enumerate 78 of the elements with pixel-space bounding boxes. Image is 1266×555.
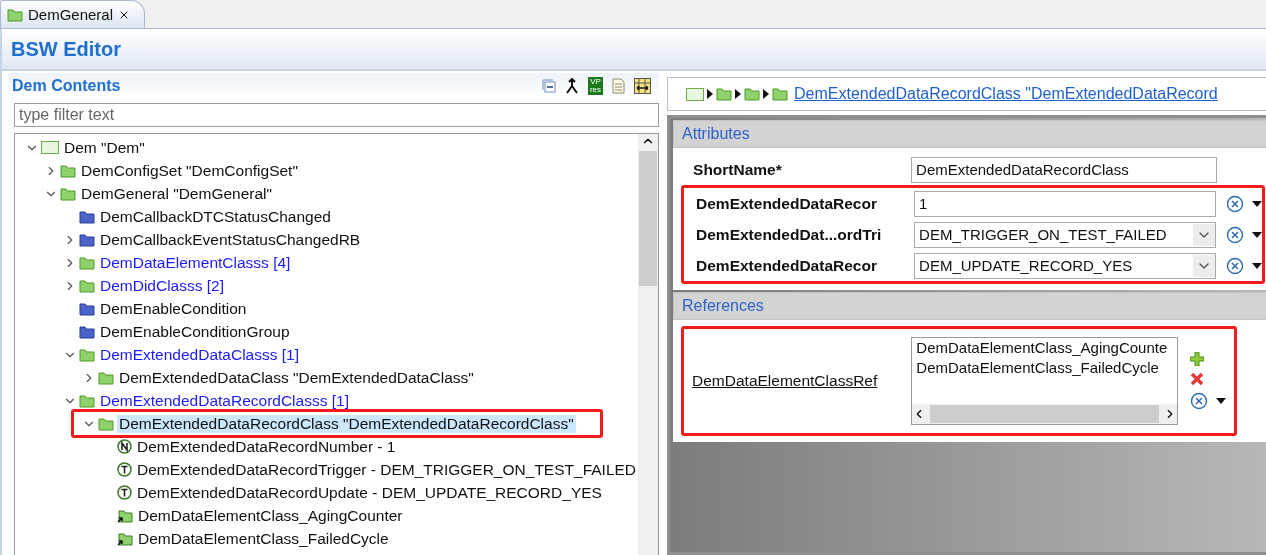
tree-item[interactable]: DemGeneral "DemGeneral" bbox=[79, 184, 275, 203]
text-param-icon bbox=[117, 485, 132, 500]
folder-icon bbox=[716, 87, 733, 101]
tree-item[interactable]: DemExtendedDataRecordClasss [1] bbox=[98, 391, 351, 410]
tree-item[interactable]: DemEnableCondition bbox=[98, 299, 249, 318]
delete-icon[interactable] bbox=[1190, 372, 1205, 386]
dropdown-caret-icon[interactable] bbox=[1252, 262, 1263, 269]
folder-icon bbox=[79, 209, 95, 224]
section-title: Dem Contents bbox=[12, 77, 121, 95]
section-title: Attributes bbox=[682, 125, 750, 143]
filter-field[interactable]: type filter text bbox=[14, 103, 660, 127]
tree-item[interactable]: DemDataElementClasss [4] bbox=[98, 253, 293, 272]
tree-item[interactable]: DemExtendedDataClasss [1] bbox=[98, 345, 301, 364]
tree-item[interactable]: DemCallbackDTCStatusChanged bbox=[98, 207, 333, 226]
tree-item[interactable]: DemExtendedDataRecordTrigger - DEM_TRIGGER_ON_TEST_FAILED bbox=[135, 460, 639, 479]
field-label: DemExtendedDataRecor bbox=[695, 256, 878, 275]
reset-icon[interactable] bbox=[1190, 392, 1209, 410]
scrollbar-thumb[interactable] bbox=[639, 151, 658, 286]
tree-item[interactable]: DemConfigSet "DemConfigSet" bbox=[79, 161, 300, 180]
module-icon bbox=[686, 87, 705, 101]
tree-item[interactable]: DemExtendedDataRecordNumber - 1 bbox=[135, 437, 398, 456]
tree-item[interactable]: DemExtendedDataRecordUpdate - DEM_UPDATE_RECORD_YES bbox=[135, 483, 604, 502]
text-field[interactable]: DemExtendedDataRecordClass bbox=[911, 156, 1218, 183]
tree-item[interactable]: Dem "Dem" bbox=[62, 138, 147, 157]
reset-icon[interactable] bbox=[1226, 225, 1245, 244]
tree-item[interactable]: DemEnableConditionGroup bbox=[98, 322, 292, 341]
dropdown-field[interactable]: DEM_UPDATE_RECORD_YES bbox=[914, 252, 1217, 279]
field-label: ShortName* bbox=[692, 160, 783, 179]
reference-icon bbox=[117, 531, 133, 546]
scrollbar-thumb[interactable] bbox=[930, 405, 1160, 423]
folder-icon bbox=[744, 87, 761, 101]
dropdown-caret-icon[interactable] bbox=[1216, 398, 1227, 404]
tree-item[interactable]: DemCallbackEventStatusChangedRB bbox=[98, 230, 363, 249]
reference-link[interactable]: DemDataElementClassRef bbox=[692, 372, 912, 390]
breadcrumb-separator-icon bbox=[707, 89, 714, 99]
table-resize-icon[interactable] bbox=[634, 78, 652, 94]
tree-item[interactable]: DemExtendedDataRecordClass "DemExtendedDataRecordClass" bbox=[117, 414, 576, 433]
module-icon bbox=[41, 141, 59, 154]
dropdown-caret-icon[interactable] bbox=[1252, 200, 1263, 207]
folder-icon bbox=[79, 255, 95, 270]
folder-icon bbox=[60, 163, 76, 178]
fork-icon[interactable] bbox=[564, 78, 579, 94]
editor-tab[interactable]: DemGeneral bbox=[0, 0, 146, 28]
reference-icon bbox=[117, 508, 133, 523]
breadcrumb-separator-icon bbox=[763, 89, 770, 99]
breadcrumb-separator-icon bbox=[735, 89, 742, 99]
folder-icon bbox=[60, 186, 76, 201]
reference-item[interactable]: DemDataElementClass_FailedCycle bbox=[912, 359, 1159, 376]
add-icon[interactable] bbox=[1190, 352, 1205, 366]
folder-icon bbox=[98, 370, 114, 385]
folder-icon bbox=[79, 301, 95, 316]
reset-icon[interactable] bbox=[1226, 194, 1245, 213]
text-param-icon bbox=[117, 462, 132, 477]
folder-icon bbox=[79, 324, 95, 339]
section-title: References bbox=[682, 297, 764, 315]
field-label: DemExtendedDataRecor bbox=[695, 194, 878, 213]
folder-icon bbox=[98, 416, 114, 431]
folder-icon bbox=[79, 393, 95, 408]
tree-item[interactable]: DemDataElementClass_AgingCounter bbox=[136, 506, 405, 525]
reference-item[interactable]: DemDataElementClass_AgingCounte bbox=[912, 339, 1168, 356]
folder-icon bbox=[7, 7, 23, 22]
folder-icon bbox=[79, 278, 95, 293]
number-param-icon bbox=[117, 439, 132, 454]
text-field[interactable]: 1 bbox=[914, 190, 1217, 217]
dropdown-field[interactable]: DEM_TRIGGER_ON_TEST_FAILED bbox=[914, 221, 1217, 248]
reference-list[interactable]: DemDataElementClass_AgingCounte DemDataElementClass_FailedCycle bbox=[911, 337, 1179, 425]
tree-item[interactable]: DemDataElementClass_FailedCycle bbox=[136, 529, 391, 548]
folder-icon bbox=[79, 232, 95, 247]
reset-icon[interactable] bbox=[1226, 256, 1245, 275]
editor-title: BSW Editor bbox=[11, 37, 121, 61]
field-label: DemExtendedDat...ordTri bbox=[695, 225, 883, 244]
tree-item[interactable]: DemExtendedDataClass "DemExtendedDataClass" bbox=[117, 368, 476, 387]
collapse-all-icon[interactable] bbox=[541, 79, 556, 93]
folder-icon bbox=[772, 87, 789, 101]
folder-icon bbox=[79, 347, 95, 362]
vp-res-icon[interactable]: VP res bbox=[587, 77, 604, 95]
tree-item[interactable]: DemDidClasss [2] bbox=[98, 276, 227, 295]
dropdown-caret-icon[interactable] bbox=[1252, 231, 1263, 238]
